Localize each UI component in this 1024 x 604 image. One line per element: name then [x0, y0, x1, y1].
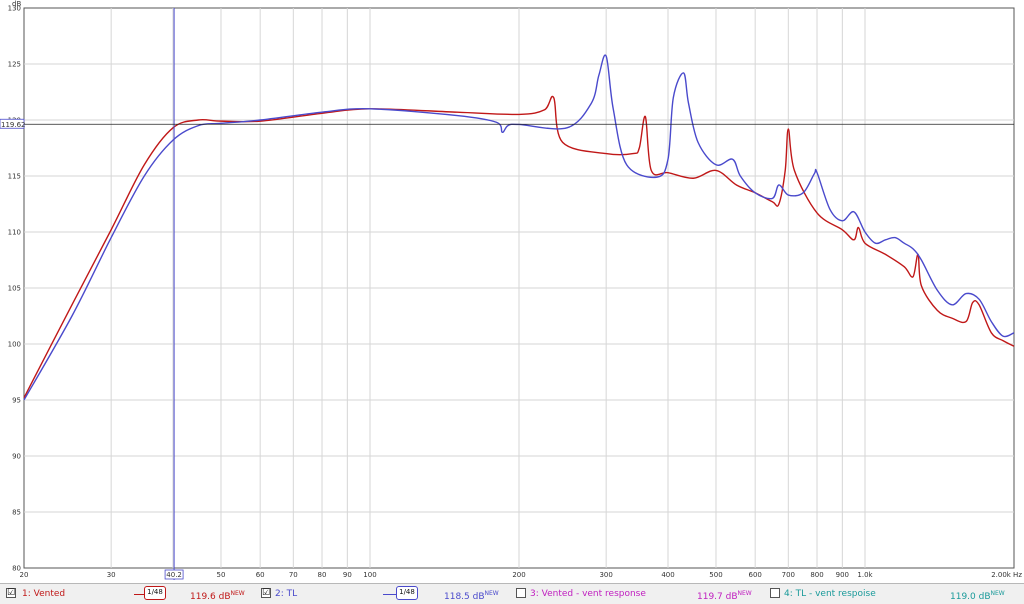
legend-3-value-text: 119.7 dB: [697, 592, 738, 602]
legend-1-value-text: 119.6 dB: [190, 592, 231, 602]
x-tick-label: 80: [318, 571, 327, 579]
legend-4-name: 4: TL - vent respoise: [784, 589, 876, 599]
y-tick-label: 90: [12, 453, 21, 461]
y-tick-label: 105: [8, 285, 21, 293]
x-tick-label: 50: [217, 571, 226, 579]
x-tick-label: 30: [107, 571, 116, 579]
x-tick-label: 20: [20, 571, 29, 579]
y-axis-label: dB: [12, 0, 21, 8]
x-tick-label: 500: [709, 571, 722, 579]
x-tick-label: 600: [748, 571, 761, 579]
legend-1-smoothing[interactable]: 1/48: [144, 586, 166, 600]
x-tick-label: 1.0k: [857, 571, 873, 579]
x-tick-label: 100: [363, 571, 376, 579]
y-axis-ticks: 80859095100105110115120125130: [8, 5, 21, 573]
y-tick-label: 110: [8, 229, 21, 237]
x-tick-label: 800: [810, 571, 823, 579]
legend-2-name: 2: TL: [275, 589, 298, 599]
y-tick-label: 85: [12, 509, 21, 517]
frequency-response-chart[interactable]: 80859095100105110115120125130 2030506070…: [0, 0, 1024, 583]
legend-4-badge: NEW: [990, 590, 1005, 597]
x-tick-label: 90: [343, 571, 352, 579]
x-tick-label: 900: [836, 571, 849, 579]
legend-1-name: 1: Vented: [22, 589, 66, 599]
x-tick-label: 200: [512, 571, 525, 579]
cursor-x-readout: 40.2: [166, 571, 182, 579]
legend-2-value-text: 118.5 dB: [444, 592, 485, 602]
legend-3-checkbox[interactable]: [516, 588, 526, 598]
legend-2-checkbox[interactable]: ☑: [261, 588, 271, 598]
x-tick-label: 300: [599, 571, 612, 579]
y-tick-label: 125: [8, 61, 21, 69]
legend-3-name: 3: Vented - vent response: [530, 589, 646, 599]
legend-2-badge: NEW: [484, 590, 499, 597]
x-tick-label: 400: [661, 571, 674, 579]
y-tick-label: 115: [8, 173, 21, 181]
cursor-y-readout: 119.62: [1, 121, 26, 129]
legend-4-checkbox[interactable]: [770, 588, 780, 598]
y-tick-label: 95: [12, 397, 21, 405]
y-tick-label: 100: [8, 341, 21, 349]
legend-1-badge: NEW: [230, 590, 245, 597]
legend-bar: ☑ 1: Vented 1/48 119.6 dBNEW ☑ 2: TL 1/4…: [0, 583, 1024, 604]
legend-1-checkbox[interactable]: ☑: [6, 588, 16, 598]
legend-1-value: 119.6 dBNEW: [190, 588, 245, 602]
legend-4-value-text: 119.0 dB: [950, 592, 991, 602]
legend-3-value: 119.7 dBNEW: [697, 588, 752, 602]
x-tick-label: 2.00k Hz: [991, 571, 1022, 579]
legend-2-smoothing[interactable]: 1/48: [396, 586, 418, 600]
legend-3-badge: NEW: [737, 590, 752, 597]
x-tick-label: 700: [782, 571, 795, 579]
x-tick-label: 60: [256, 571, 265, 579]
legend-2-value: 118.5 dBNEW: [444, 588, 499, 602]
x-tick-label: 70: [289, 571, 298, 579]
legend-4-value: 119.0 dBNEW: [950, 588, 1005, 602]
